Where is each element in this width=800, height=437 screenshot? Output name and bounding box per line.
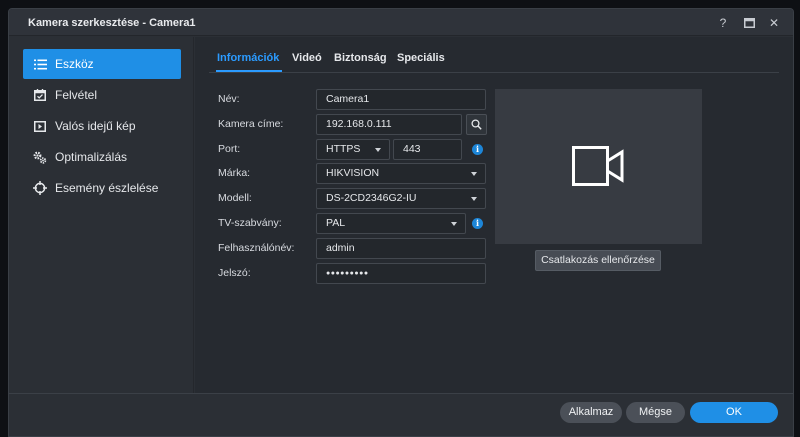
tab-bar: Információk Videó Biztonság Speciális: [209, 50, 779, 73]
main-content: Információk Videó Biztonság Speciális Né…: [195, 37, 793, 393]
tab-advanced[interactable]: Speciális: [397, 52, 445, 64]
name-input[interactable]: Camera1: [316, 89, 486, 110]
crosshair-icon: [33, 181, 47, 195]
title-bar: Kamera szerkesztése - Camera1 ? ✕: [9, 9, 793, 36]
edit-camera-dialog: Kamera szerkesztése - Camera1 ? ✕ Eszköz: [8, 8, 794, 437]
address-label: Kamera címe:: [218, 118, 284, 130]
protocol-select[interactable]: HTTPS: [316, 139, 390, 160]
password-input[interactable]: ●●●●●●●●●: [316, 263, 486, 284]
port-label: Port:: [218, 143, 241, 155]
dialog-footer: Alkalmaz Mégse OK: [9, 393, 793, 436]
sidebar-item-event-detection[interactable]: Esemény észlelése: [23, 173, 181, 203]
test-connection-button[interactable]: Csatlakozás ellenőrzése: [535, 250, 661, 271]
sidebar-item-label: Esemény észlelése: [55, 181, 159, 195]
camera-preview: [495, 89, 702, 244]
cancel-button[interactable]: Mégse: [626, 402, 685, 423]
help-button[interactable]: ?: [714, 14, 732, 32]
active-tab-indicator: [216, 70, 282, 72]
gears-icon: [33, 150, 47, 164]
close-button[interactable]: ✕: [765, 14, 783, 32]
tv-standard-select[interactable]: PAL: [316, 213, 466, 234]
maximize-icon: [743, 18, 755, 28]
chevron-down-icon: [375, 148, 381, 152]
maximize-button[interactable]: [740, 14, 758, 32]
sidebar-item-label: Felvétel: [55, 88, 98, 102]
brand-label: Márka:: [218, 167, 251, 179]
video-camera-icon: [572, 146, 624, 186]
sidebar-item-recording[interactable]: Felvétel: [23, 80, 181, 110]
model-select[interactable]: DS-2CD2346G2-IU: [316, 188, 486, 209]
camera-address-input[interactable]: 192.168.0.111: [316, 114, 462, 135]
protocol-value: HTTPS: [326, 143, 361, 155]
tab-security[interactable]: Biztonság: [334, 52, 387, 64]
model-value: DS-2CD2346G2-IU: [326, 192, 417, 204]
search-button[interactable]: [466, 114, 487, 135]
username-label: Felhasználónév:: [218, 242, 295, 254]
name-label: Név:: [218, 93, 240, 105]
tab-information[interactable]: Információk: [217, 52, 279, 64]
info-icon[interactable]: i: [472, 218, 483, 229]
tv-standard-value: PAL: [326, 217, 346, 229]
sidebar-item-label: Valós idejű kép: [55, 119, 136, 133]
username-input[interactable]: admin: [316, 238, 486, 259]
search-icon: [471, 119, 482, 130]
brand-select[interactable]: HIKVISION: [316, 163, 486, 184]
brand-value: HIKVISION: [326, 167, 380, 179]
sidebar-item-device[interactable]: Eszköz: [23, 49, 181, 79]
sidebar-item-label: Optimalizálás: [55, 150, 128, 164]
info-icon[interactable]: i: [472, 144, 483, 155]
sidebar-item-optimization[interactable]: Optimalizálás: [23, 142, 181, 172]
chevron-down-icon: [471, 197, 477, 201]
password-label: Jelszó:: [218, 267, 251, 279]
tv-standard-label: TV-szabvány:: [218, 217, 282, 229]
ok-button[interactable]: OK: [690, 402, 778, 423]
calendar-icon: [33, 88, 47, 102]
chevron-down-icon: [451, 222, 457, 226]
sidebar-item-label: Eszköz: [55, 57, 94, 71]
dialog-title: Kamera szerkesztése - Camera1: [28, 17, 196, 29]
sidebar-item-live-view[interactable]: Valós idejű kép: [23, 111, 181, 141]
chevron-down-icon: [471, 172, 477, 176]
tab-video[interactable]: Videó: [292, 52, 322, 64]
list-icon: [33, 57, 47, 71]
apply-button[interactable]: Alkalmaz: [560, 402, 622, 423]
live-view-icon: [33, 119, 47, 133]
port-input[interactable]: 443: [393, 139, 462, 160]
sidebar: Eszköz Felvétel Valós idejű kép Optimali…: [9, 37, 194, 393]
model-label: Modell:: [218, 192, 252, 204]
